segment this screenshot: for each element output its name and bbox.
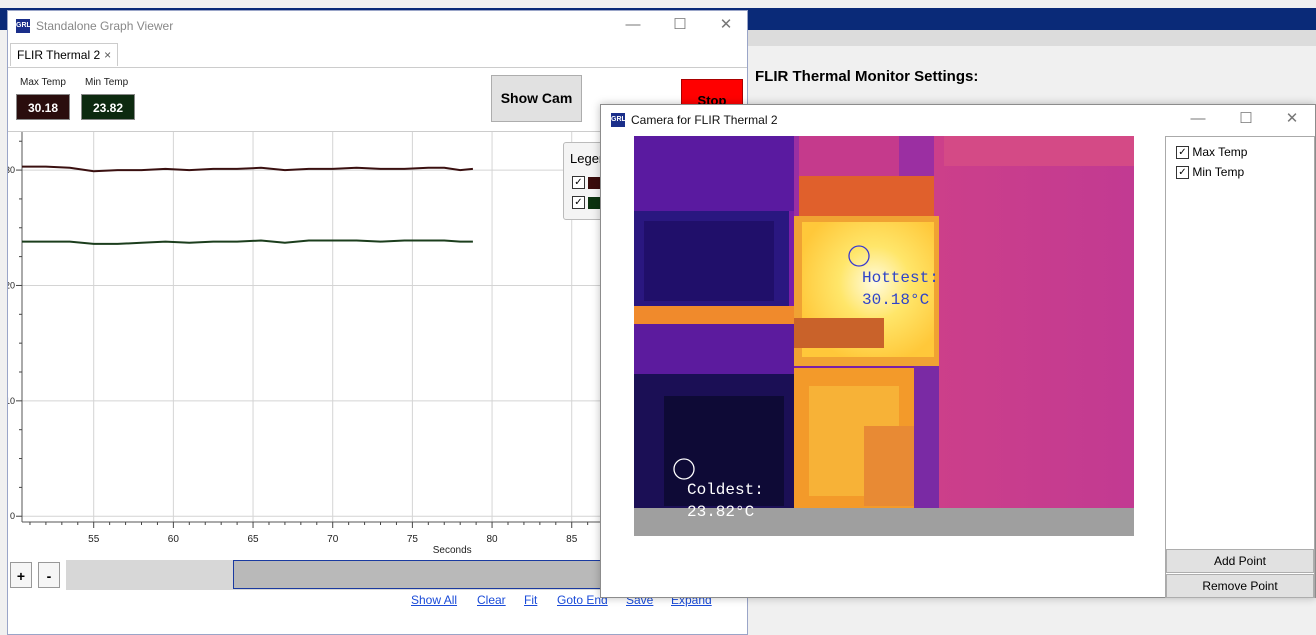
tab-flir-thermal-2[interactable]: FLIR Thermal 2 × — [10, 43, 119, 66]
min-temp-toggle[interactable]: ✓ Min Temp — [1176, 165, 1245, 180]
min-temp-series-line — [22, 239, 473, 245]
camera-window: GRL Camera for FLIR Thermal 2 — ☐ ✕ Hott… — [600, 104, 1316, 598]
y-tick-label: 10 — [8, 396, 15, 406]
camera-window-title: Camera for FLIR Thermal 2 — [631, 113, 778, 127]
show-cam-button[interactable]: Show Cam — [491, 75, 582, 122]
camera-side-panel: ✓ Max Temp ✓ Min Temp Add Point Remove P… — [1165, 136, 1315, 598]
y-tick-label: 20 — [8, 280, 15, 290]
legend-min-checkbox[interactable]: ✓ — [572, 196, 585, 210]
maximize-icon[interactable]: ☐ — [668, 15, 692, 35]
x-tick-label: 55 — [88, 534, 100, 545]
fit-link[interactable]: Fit — [524, 593, 537, 607]
maximize-icon[interactable]: ☐ — [1234, 109, 1258, 129]
max-temp-checkbox[interactable]: ✓ — [1176, 146, 1189, 160]
zoom-in-button[interactable]: + — [10, 562, 32, 588]
x-tick-label: 65 — [247, 534, 259, 545]
x-tick-label: 80 — [486, 534, 498, 545]
max-temp-value: 30.18 — [16, 94, 70, 120]
coldest-value: 23.82°C — [687, 503, 754, 521]
x-tick-label: 85 — [566, 534, 578, 545]
max-temp-label: Max Temp — [20, 77, 66, 88]
min-temp-value: 23.82 — [81, 94, 135, 120]
graph-viewer-titlebar[interactable]: GRL Standalone Graph Viewer — ☐ ✕ — [8, 11, 747, 41]
remove-point-button[interactable]: Remove Point — [1166, 574, 1314, 598]
app-logo-icon: GRL — [16, 19, 31, 33]
x-tick-label: 75 — [407, 534, 419, 545]
clear-link[interactable]: Clear — [477, 593, 506, 607]
close-icon[interactable]: ✕ — [1280, 109, 1304, 129]
settings-title: FLIR Thermal Monitor Settings: — [755, 68, 979, 85]
max-temp-toggle[interactable]: ✓ Max Temp — [1176, 145, 1248, 160]
show-all-link[interactable]: Show All — [411, 593, 457, 607]
app-logo-icon: GRL — [611, 113, 626, 127]
tab-bar: FLIR Thermal 2 × — [8, 41, 747, 68]
legend-max-checkbox[interactable]: ✓ — [572, 176, 585, 190]
close-icon[interactable]: ✕ — [714, 15, 738, 35]
minimize-icon[interactable]: — — [1186, 109, 1210, 129]
min-temp-checkbox[interactable]: ✓ — [1176, 166, 1189, 180]
tab-label: FLIR Thermal 2 — [17, 48, 101, 62]
background-toolbar — [740, 30, 1316, 46]
camera-titlebar[interactable]: GRL Camera for FLIR Thermal 2 — ☐ ✕ — [601, 105, 1315, 135]
min-temp-label: Min Temp — [85, 77, 129, 88]
hottest-label: Hottest: — [862, 269, 939, 287]
coldest-label: Coldest: — [687, 481, 764, 499]
max-temp-toggle-label: Max Temp — [1192, 145, 1248, 159]
tab-close-icon[interactable]: × — [104, 48, 111, 62]
thermal-image[interactable]: Hottest: 30.18°C Coldest: 23.82°C — [634, 136, 1134, 536]
add-point-button[interactable]: Add Point — [1166, 549, 1314, 573]
y-tick-label: 30 — [8, 165, 15, 175]
zoom-out-button[interactable]: - — [38, 562, 60, 588]
x-tick-label: 60 — [168, 534, 180, 545]
minimize-icon[interactable]: — — [621, 15, 645, 35]
y-tick-label: 0 — [10, 511, 15, 521]
hottest-value: 30.18°C — [862, 291, 929, 309]
x-tick-label: 70 — [327, 534, 339, 545]
window-title: Standalone Graph Viewer — [36, 19, 174, 33]
x-axis-label: Seconds — [433, 545, 472, 556]
min-temp-toggle-label: Min Temp — [1192, 165, 1245, 179]
